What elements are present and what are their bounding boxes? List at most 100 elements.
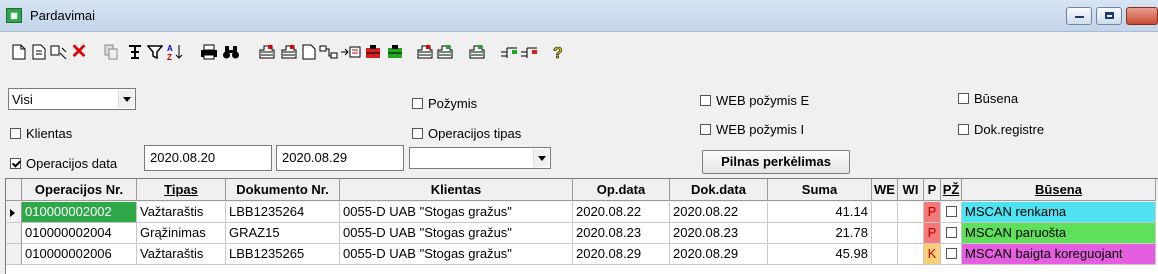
cell-tipas[interactable]: Važtaraštis <box>137 202 226 223</box>
cell-pz[interactable] <box>941 223 962 244</box>
tree4-icon[interactable] <box>434 41 456 63</box>
checkbox-box[interactable] <box>412 128 423 139</box>
cell-suma[interactable]: 45.98 <box>768 244 872 265</box>
cell-tipas[interactable]: Grąžinimas <box>137 223 226 244</box>
import2-icon[interactable] <box>278 41 300 63</box>
busena-checkbox[interactable]: Būsena <box>958 91 1018 106</box>
checkbox-box[interactable] <box>412 98 423 109</box>
print-icon[interactable] <box>198 41 220 63</box>
column-header-p[interactable]: P <box>924 179 941 201</box>
web-pozymis-e-checkbox[interactable]: WEB požymis E <box>700 93 809 108</box>
cell-wi[interactable] <box>898 202 924 223</box>
close-window-button[interactable] <box>1126 7 1158 25</box>
cell-op-nr[interactable]: 010000002006 <box>22 244 137 265</box>
pilnas-perkelimas-button[interactable]: Pilnas perkėlimas <box>702 150 850 174</box>
cell-p[interactable]: K <box>924 244 941 265</box>
chevron-down-icon[interactable] <box>533 149 549 167</box>
web-pozymis-i-checkbox[interactable]: WEB požymis I <box>700 122 804 137</box>
cell-dok-nr[interactable]: LBB1235265 <box>226 244 340 265</box>
cell-busena[interactable]: MSCAN baigta koreguojant <box>962 244 1156 265</box>
column-header-klientas[interactable]: Klientas <box>340 179 573 201</box>
cell-dok-data[interactable]: 2020.08.22 <box>670 202 768 223</box>
cell-klientas[interactable]: 0055-D UAB "Stogas gražus" <box>340 202 573 223</box>
dok-registre-checkbox[interactable]: Dok.registre <box>958 122 1044 137</box>
pz-checkbox[interactable] <box>945 206 957 217</box>
cell-op-nr[interactable]: 010000002004 <box>22 223 137 244</box>
tree2-icon[interactable] <box>384 41 406 63</box>
checkbox-box-checked[interactable] <box>10 158 21 169</box>
cell-busena[interactable]: MSCAN paruošta <box>962 223 1156 244</box>
help-icon[interactable]: ? <box>548 41 570 63</box>
binoculars-icon[interactable] <box>220 41 242 63</box>
filter-icon[interactable] <box>144 41 166 63</box>
column-header-operacijos-nr[interactable]: Operacijos Nr. <box>22 179 137 201</box>
cell-we[interactable] <box>872 244 898 265</box>
row-indicator[interactable] <box>6 244 22 265</box>
cell-klientas[interactable]: 0055-D UAB "Stogas gražus" <box>340 223 573 244</box>
tree3-icon[interactable] <box>414 41 436 63</box>
column-header-pz[interactable]: PŽ <box>941 179 962 201</box>
date-from-field[interactable]: 2020.08.20 <box>144 145 272 171</box>
cell-pz[interactable] <box>941 202 962 223</box>
paste-icon[interactable] <box>100 41 122 63</box>
date-period-combo[interactable] <box>409 147 551 169</box>
cell-op-nr[interactable]: 010000002002 <box>22 202 137 223</box>
klientas-checkbox[interactable]: Klientas <box>10 126 72 141</box>
cell-wi[interactable] <box>898 223 924 244</box>
copy-document-icon[interactable] <box>28 41 50 63</box>
column-header-busena[interactable]: Būsena <box>962 179 1156 201</box>
cell-dok-nr[interactable]: GRAZ15 <box>226 223 340 244</box>
column-header-wi[interactable]: WI <box>898 179 924 201</box>
pz-checkbox[interactable] <box>945 248 957 259</box>
row-indicator[interactable] <box>6 223 22 244</box>
checkbox-box[interactable] <box>10 128 21 139</box>
chevron-down-icon[interactable] <box>118 90 134 108</box>
cell-dok-nr[interactable]: LBB1235264 <box>226 202 340 223</box>
filter-group-icon[interactable] <box>124 41 146 63</box>
table-row[interactable]: 010000002004 Grąžinimas GRAZ15 0055-D UAB "… <box>6 223 1158 244</box>
column-header-dok-data[interactable]: Dok.data <box>670 179 768 201</box>
checkbox-box[interactable] <box>700 95 711 106</box>
cell-op-data[interactable]: 2020.08.29 <box>573 244 670 265</box>
cell-wi[interactable] <box>898 244 924 265</box>
delete-icon[interactable]: ✕ <box>68 41 90 63</box>
table-row[interactable]: 010000002002 Važtaraštis LBB1235264 0055-D … <box>6 202 1158 223</box>
cell-dok-data[interactable]: 2020.08.29 <box>670 244 768 265</box>
scope-combo[interactable]: Visi <box>8 88 136 110</box>
maximize-button[interactable] <box>1096 7 1122 25</box>
tree7-icon[interactable] <box>518 41 540 63</box>
cell-op-data[interactable]: 2020.08.22 <box>573 202 670 223</box>
column-header-op-data[interactable]: Op.data <box>573 179 670 201</box>
column-header-tipas[interactable]: Tipas <box>137 179 226 201</box>
operacijos-tipas-checkbox[interactable]: Operacijos tipas <box>412 126 521 141</box>
column-header-suma[interactable]: Suma <box>768 179 872 201</box>
column-header-we[interactable]: WE <box>872 179 898 201</box>
checkbox-box[interactable] <box>958 93 969 104</box>
tree5-icon[interactable] <box>466 41 488 63</box>
row-indicator[interactable] <box>6 202 22 223</box>
date-to-field[interactable]: 2020.08.29 <box>276 145 404 171</box>
document-icon[interactable] <box>298 41 320 63</box>
cell-op-data[interactable]: 2020.08.23 <box>573 223 670 244</box>
pz-checkbox[interactable] <box>945 227 957 238</box>
table-row[interactable]: 010000002006 Važtaraštis LBB1235265 0055-D … <box>6 244 1158 265</box>
operacijos-data-checkbox[interactable]: Operacijos data <box>10 156 117 171</box>
new-document-icon[interactable] <box>8 41 30 63</box>
cell-we[interactable] <box>872 223 898 244</box>
tree-icon[interactable] <box>362 41 384 63</box>
cell-suma[interactable]: 21.78 <box>768 223 872 244</box>
tree6-icon[interactable] <box>498 41 520 63</box>
pozymis-checkbox[interactable]: Požymis <box>412 96 477 111</box>
cell-suma[interactable]: 41.14 <box>768 202 872 223</box>
column-header-dokumento-nr[interactable]: Dokumento Nr. <box>226 179 340 201</box>
cell-tipas[interactable]: Važtaraštis <box>137 244 226 265</box>
minimize-button[interactable] <box>1066 7 1092 25</box>
link-icon[interactable] <box>318 41 340 63</box>
cell-busena[interactable]: MSCAN renkama <box>962 202 1156 223</box>
cell-pz[interactable] <box>941 244 962 265</box>
cell-we[interactable] <box>872 202 898 223</box>
checkbox-box[interactable] <box>700 124 711 135</box>
cell-p[interactable]: P <box>924 202 941 223</box>
cell-p[interactable]: P <box>924 223 941 244</box>
checkbox-box[interactable] <box>958 124 969 135</box>
